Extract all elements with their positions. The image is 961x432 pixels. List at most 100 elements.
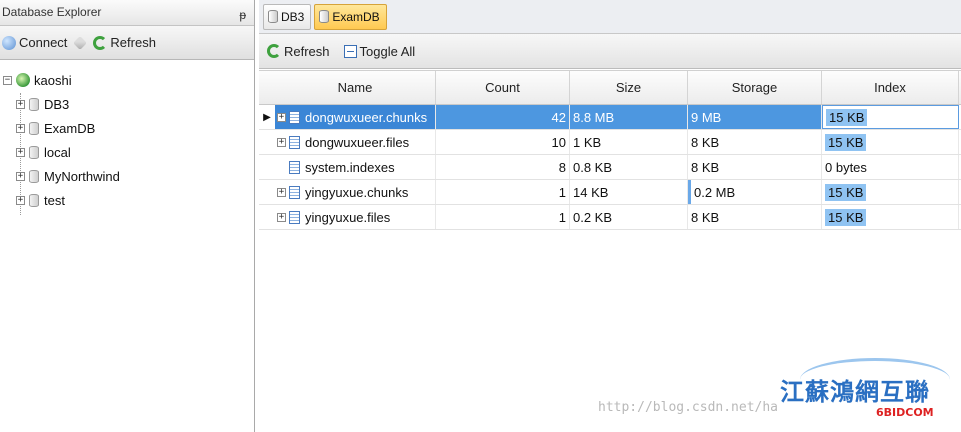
index-value: 15 KB bbox=[825, 208, 867, 226]
tree-db-node[interactable]: + test bbox=[16, 190, 65, 210]
tree-db-node[interactable]: + ExamDB bbox=[16, 118, 95, 138]
index-value: 0 bytes bbox=[825, 159, 867, 175]
expand-icon[interactable]: + bbox=[16, 99, 25, 109]
index-cell[interactable]: 15 KB bbox=[822, 205, 959, 229]
count-cell[interactable]: 1 bbox=[436, 180, 570, 204]
column-header-index[interactable]: Index bbox=[822, 71, 959, 104]
db-label: test bbox=[44, 192, 65, 208]
count-cell[interactable]: 10 bbox=[436, 130, 570, 154]
table-row[interactable]: + yingyuxue.files 1 0.2 KB 8 KB 15 KB bbox=[259, 205, 961, 230]
explorer-toolbar: Connect Refresh bbox=[0, 26, 254, 60]
pin-icon[interactable]: ᵽ bbox=[239, 3, 246, 27]
expand-icon[interactable]: + bbox=[277, 187, 286, 197]
count-cell[interactable]: 42 bbox=[436, 105, 570, 129]
connect-button[interactable]: Connect bbox=[2, 35, 67, 50]
collection-icon bbox=[289, 160, 300, 174]
explorer-title-bar: Database Explorer ᵽ bbox=[0, 0, 254, 26]
database-icon bbox=[29, 145, 39, 159]
database-icon bbox=[29, 121, 39, 135]
size-cell[interactable]: 14 KB bbox=[570, 180, 688, 204]
refresh-icon bbox=[93, 35, 108, 50]
expand-icon[interactable]: + bbox=[277, 212, 286, 222]
tree-db-node[interactable]: + local bbox=[16, 142, 71, 162]
size-cell[interactable]: 0.2 KB bbox=[570, 205, 688, 229]
index-cell[interactable]: 15 KB bbox=[822, 105, 959, 129]
collapse-icon[interactable]: − bbox=[3, 75, 12, 85]
expand-icon[interactable]: + bbox=[16, 123, 25, 133]
storage-cell[interactable]: 0.2 MB bbox=[688, 180, 822, 204]
size-cell[interactable]: 8.8 MB bbox=[570, 105, 688, 129]
index-value: 15 KB bbox=[825, 133, 867, 151]
expand-icon[interactable]: + bbox=[16, 171, 25, 181]
collection-name: yingyuxue.files bbox=[305, 209, 391, 225]
toggle-all-icon bbox=[343, 44, 357, 58]
index-cell[interactable]: 0 bytes bbox=[822, 155, 959, 179]
expand-icon[interactable]: + bbox=[16, 147, 25, 157]
site-logo-text: 江蘇鴻網互聯 bbox=[780, 378, 930, 406]
collection-icon bbox=[289, 185, 300, 199]
count-cell[interactable]: 8 bbox=[436, 155, 570, 179]
storage-cell[interactable]: 9 MB bbox=[688, 105, 822, 129]
toggle-all-label: Toggle All bbox=[359, 43, 416, 59]
tab-examdb[interactable]: ExamDB bbox=[314, 3, 387, 30]
row-indicator bbox=[259, 130, 275, 154]
expand-icon[interactable]: + bbox=[277, 112, 286, 122]
tree-server-node[interactable]: − kaoshi bbox=[3, 70, 72, 90]
database-icon bbox=[29, 193, 39, 207]
table-row[interactable]: + dongwuxueer.files 10 1 KB 8 KB 15 KB bbox=[259, 130, 961, 155]
index-cell[interactable]: 15 KB bbox=[822, 130, 959, 154]
table-row[interactable]: + yingyuxue.chunks 1 14 KB 0.2 MB 15 KB bbox=[259, 180, 961, 205]
column-header-size[interactable]: Size bbox=[570, 71, 688, 104]
disconnect-button[interactable] bbox=[73, 35, 88, 50]
name-cell[interactable]: + yingyuxue.files bbox=[275, 205, 436, 229]
storage-cell[interactable]: 8 KB bbox=[688, 205, 822, 229]
index-value: 15 KB bbox=[825, 183, 867, 201]
collection-icon bbox=[289, 135, 300, 149]
row-pointer-icon: ▶ bbox=[263, 111, 271, 123]
tree-db-node[interactable]: + DB3 bbox=[16, 94, 69, 114]
expand-icon[interactable]: + bbox=[277, 137, 286, 147]
collection-icon bbox=[289, 110, 300, 124]
name-cell[interactable]: system.indexes bbox=[275, 155, 436, 179]
connect-label: Connect bbox=[19, 35, 68, 50]
expand-icon[interactable]: + bbox=[16, 195, 25, 205]
index-cell[interactable]: 15 KB bbox=[822, 180, 959, 204]
grid-header: Name Count Size Storage Index bbox=[259, 70, 961, 105]
storage-cell[interactable]: 8 KB bbox=[688, 155, 822, 179]
tab-label: DB3 bbox=[281, 9, 305, 24]
row-indicator bbox=[259, 180, 275, 204]
tree-db-node[interactable]: + MyNorthwind bbox=[16, 166, 120, 186]
row-indicator-header bbox=[259, 71, 275, 104]
tab-db3[interactable]: DB3 bbox=[263, 3, 312, 30]
column-header-count[interactable]: Count bbox=[436, 71, 570, 104]
db-label: DB3 bbox=[44, 96, 70, 112]
database-icon bbox=[29, 169, 39, 183]
collection-name: dongwuxueer.files bbox=[305, 134, 410, 150]
db-label: local bbox=[44, 144, 71, 160]
database-tree: − kaoshi + DB3 + ExamDB + local + MyNort… bbox=[0, 60, 254, 215]
explorer-title: Database Explorer bbox=[2, 5, 102, 19]
database-icon bbox=[319, 10, 330, 23]
name-cell[interactable]: + dongwuxueer.files bbox=[275, 130, 436, 154]
column-header-name[interactable]: Name bbox=[275, 71, 436, 104]
storage-cell[interactable]: 8 KB bbox=[688, 130, 822, 154]
name-cell[interactable]: + dongwuxueer.chunks bbox=[275, 105, 436, 129]
collection-icon bbox=[289, 210, 300, 224]
explorer-refresh-button[interactable]: Refresh bbox=[93, 35, 156, 50]
size-cell[interactable]: 1 KB bbox=[570, 130, 688, 154]
name-cell[interactable]: + yingyuxue.chunks bbox=[275, 180, 436, 204]
size-cell[interactable]: 0.8 KB bbox=[570, 155, 688, 179]
table-row[interactable]: ▶ + dongwuxueer.chunks 42 8.8 MB 9 MB 15… bbox=[259, 105, 961, 130]
index-value: 15 KB bbox=[826, 108, 868, 126]
server-globe-icon bbox=[16, 73, 30, 87]
toggle-all-button[interactable]: Toggle All bbox=[343, 43, 416, 59]
database-icon bbox=[29, 97, 39, 111]
grid-refresh-button[interactable]: Refresh bbox=[267, 44, 330, 59]
db-label: ExamDB bbox=[44, 120, 96, 136]
count-cell[interactable]: 1 bbox=[436, 205, 570, 229]
table-row[interactable]: system.indexes 8 0.8 KB 8 KB 0 bytes bbox=[259, 155, 961, 180]
disconnect-icon bbox=[73, 35, 88, 50]
column-header-storage[interactable]: Storage bbox=[688, 71, 822, 104]
connect-icon bbox=[2, 35, 16, 50]
database-icon bbox=[268, 10, 278, 23]
